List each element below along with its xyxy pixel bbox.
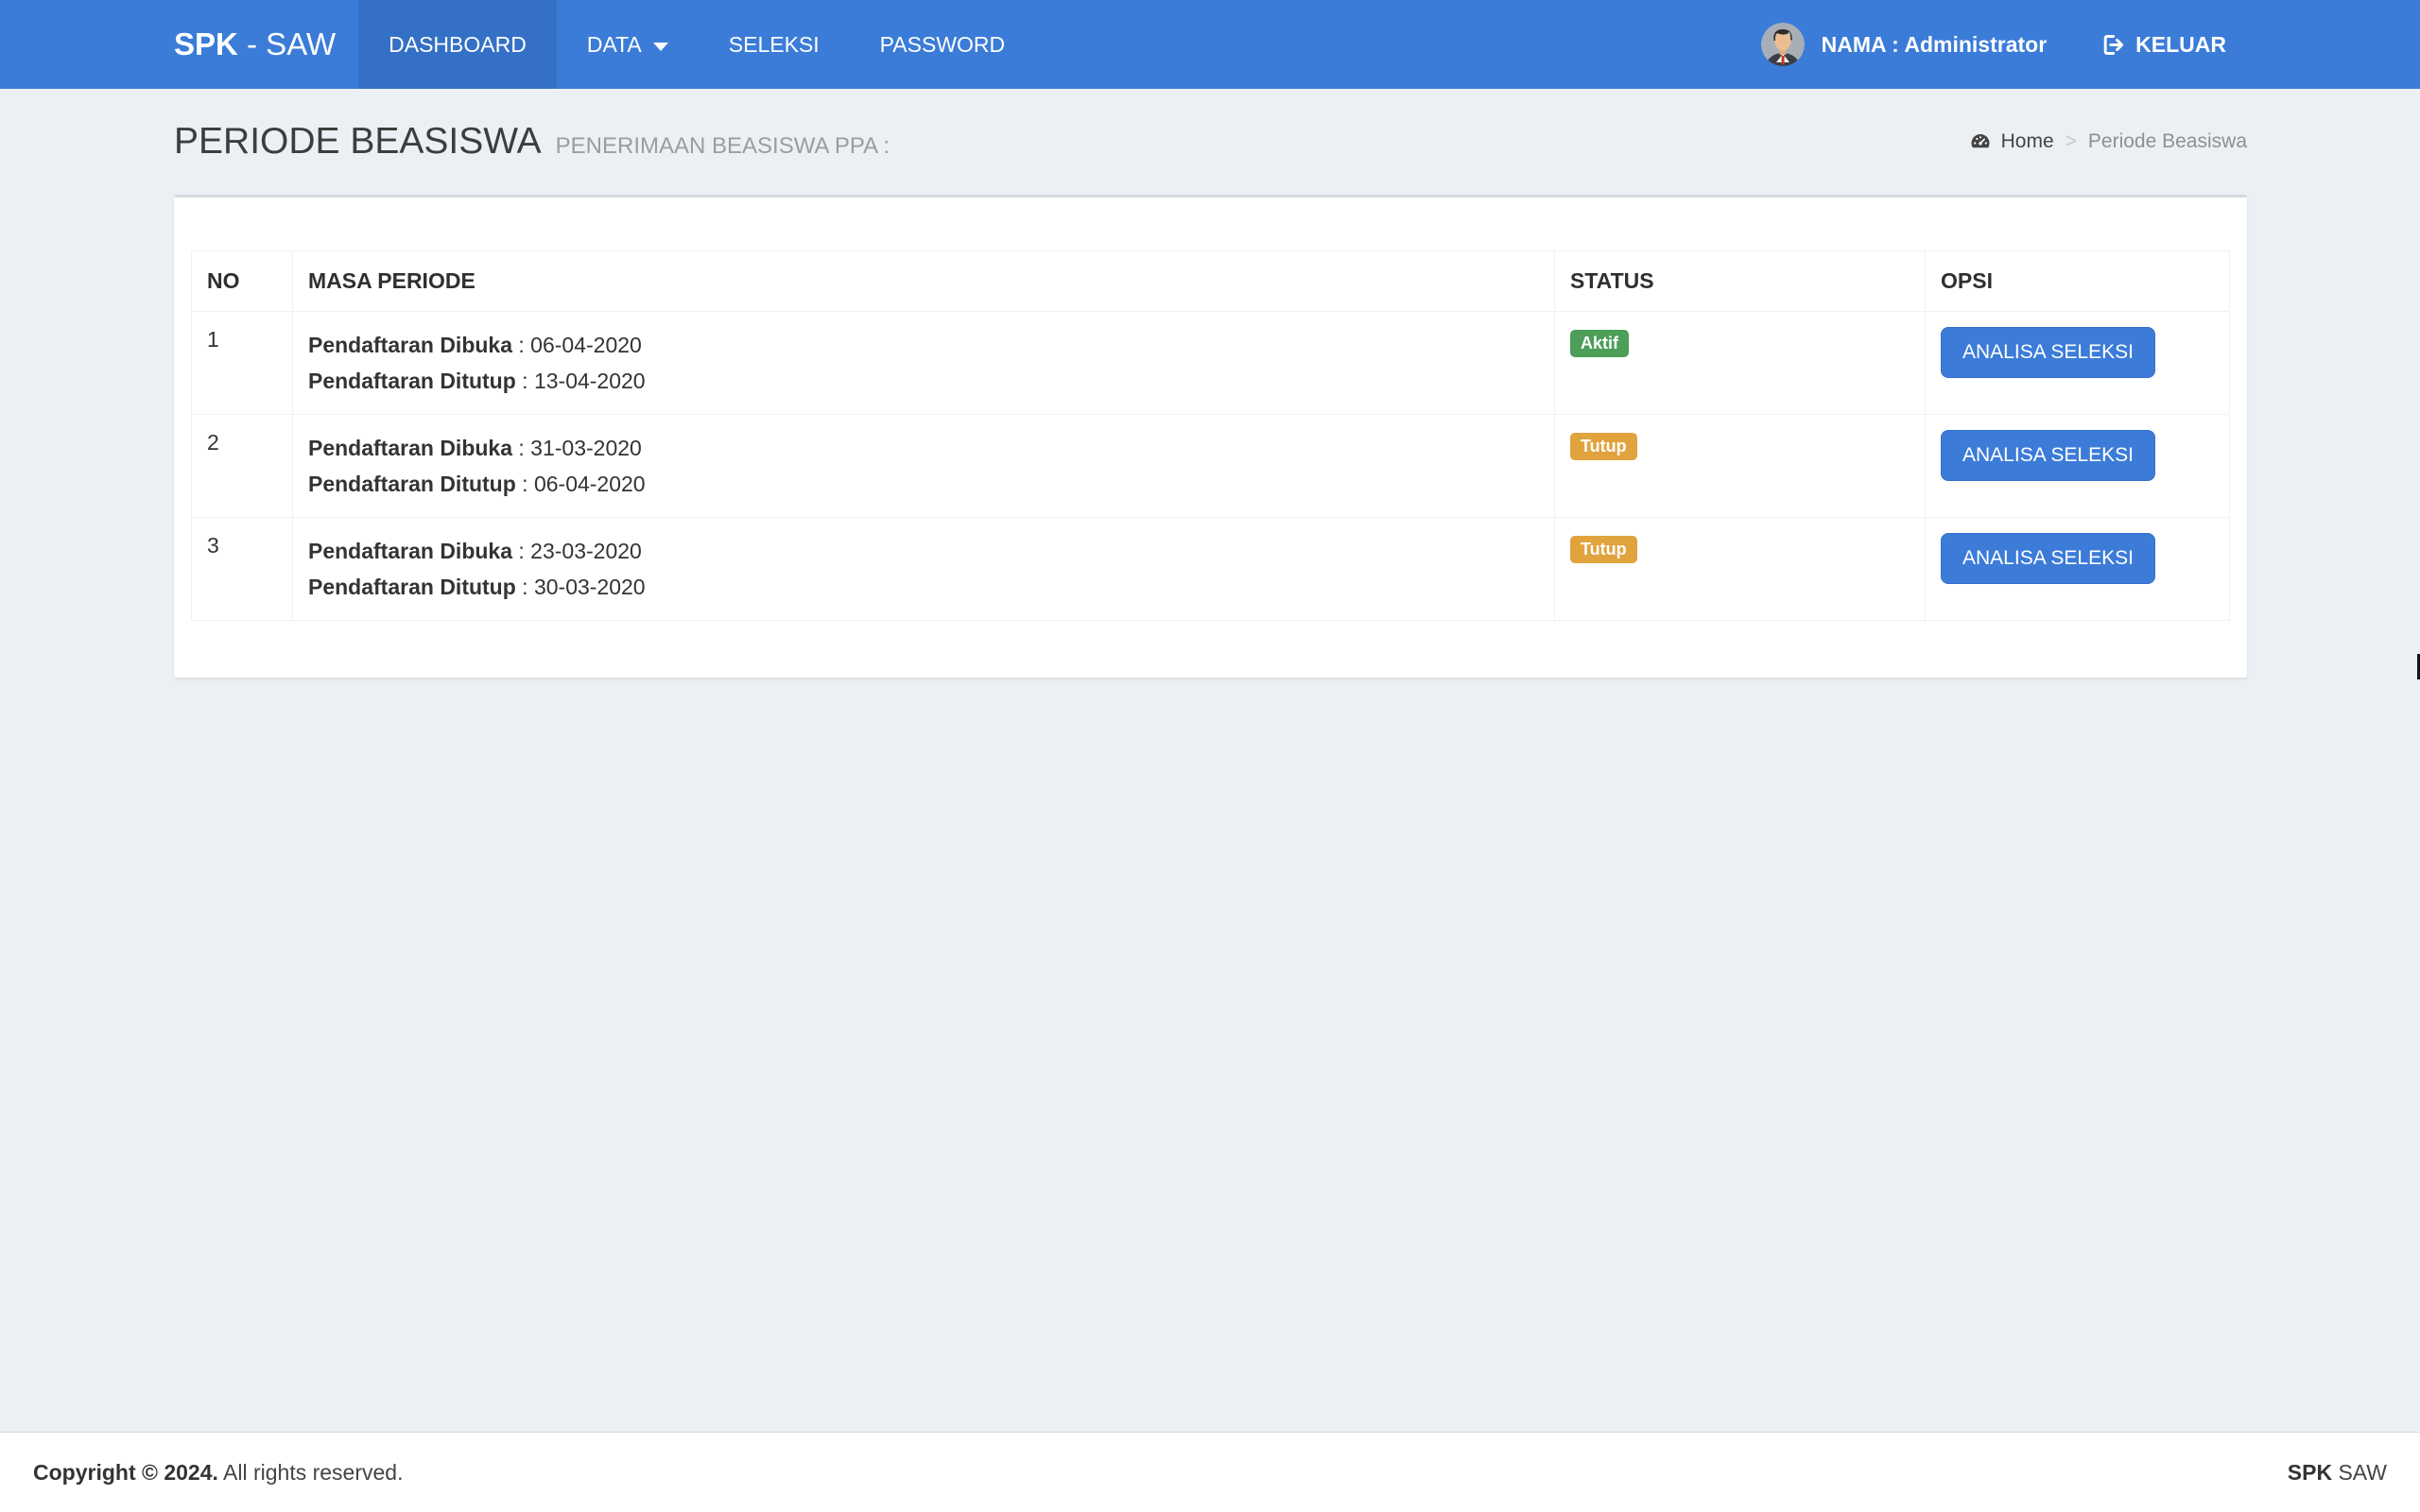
col-header-no: NO xyxy=(192,251,293,312)
row-period: Pendaftaran Dibuka : 06-04-2020 Pendafta… xyxy=(293,312,1555,415)
row-action: ANALISA SELEKSI xyxy=(1926,518,2230,621)
row-status: Tutup xyxy=(1555,415,1926,518)
period-open: Pendaftaran Dibuka : 23-03-2020 xyxy=(308,533,1539,569)
status-badge: Aktif xyxy=(1570,330,1629,357)
row-status: Aktif xyxy=(1555,312,1926,415)
brand-bold: SPK xyxy=(174,26,238,62)
page-title: PERIODE BEASISWA xyxy=(174,121,542,163)
table-row: 3 Pendaftaran Dibuka : 23-03-2020 Pendaf… xyxy=(192,518,2230,621)
main-nav: DASHBOARD DATA SELEKSI PASSWORD xyxy=(358,0,1035,89)
breadcrumb-separator: > xyxy=(2066,130,2077,153)
row-number: 1 xyxy=(192,312,293,415)
sign-out-icon xyxy=(2100,32,2125,58)
logout-link[interactable]: KELUAR xyxy=(2100,32,2226,58)
row-action: ANALISA SELEKSI xyxy=(1926,312,2230,415)
periode-table: NO MASA PERIODE STATUS OPSI 1 Pendaftara… xyxy=(191,250,2230,621)
row-period: Pendaftaran Dibuka : 31-03-2020 Pendafta… xyxy=(293,415,1555,518)
footer-brand: SPK SAW xyxy=(2288,1460,2387,1486)
breadcrumb-current: Periode Beasiswa xyxy=(2088,130,2247,153)
analisa-seleksi-button[interactable]: ANALISA SELEKSI xyxy=(1941,533,2155,584)
row-action: ANALISA SELEKSI xyxy=(1926,415,2230,518)
row-status: Tutup xyxy=(1555,518,1926,621)
nav-item-data[interactable]: DATA xyxy=(557,0,699,89)
navbar-user-area: NAMA : Administrator KELUAR xyxy=(1761,0,2226,89)
row-number: 2 xyxy=(192,415,293,518)
avatar-image xyxy=(1761,23,1805,66)
periode-card: NO MASA PERIODE STATUS OPSI 1 Pendaftara… xyxy=(174,195,2247,678)
user-avatar[interactable] xyxy=(1761,23,1805,66)
col-header-masa: MASA PERIODE xyxy=(293,251,1555,312)
brand-link[interactable]: SPK - SAW xyxy=(174,0,336,89)
content-header: PERIODE BEASISWA PENERIMAAN BEASISWA PPA… xyxy=(0,89,2420,195)
breadcrumb: Home > Periode Beasiswa xyxy=(1969,130,2247,153)
status-badge: Tutup xyxy=(1570,433,1637,460)
nav-item-password[interactable]: PASSWORD xyxy=(850,0,1035,89)
content-area: PERIODE BEASISWA PENERIMAAN BEASISWA PPA… xyxy=(0,89,2420,1432)
caret-down-icon xyxy=(653,43,668,51)
row-period: Pendaftaran Dibuka : 23-03-2020 Pendafta… xyxy=(293,518,1555,621)
nav-item-seleksi[interactable]: SELEKSI xyxy=(699,0,850,89)
page-subtitle: PENERIMAAN BEASISWA PPA : xyxy=(556,133,890,160)
analisa-seleksi-button[interactable]: ANALISA SELEKSI xyxy=(1941,430,2155,481)
brand-rest: - SAW xyxy=(238,26,336,62)
period-close: Pendaftaran Ditutup : 13-04-2020 xyxy=(308,363,1539,399)
user-name-label[interactable]: NAMA : Administrator xyxy=(1822,32,2048,58)
top-navbar: SPK - SAW DASHBOARD DATA SELEKSI PASSWOR… xyxy=(0,0,2420,89)
nav-item-dashboard[interactable]: DASHBOARD xyxy=(358,0,557,89)
analisa-seleksi-button[interactable]: ANALISA SELEKSI xyxy=(1941,327,2155,378)
breadcrumb-home-link[interactable]: Home xyxy=(1969,130,2054,153)
status-badge: Tutup xyxy=(1570,536,1637,563)
period-open: Pendaftaran Dibuka : 31-03-2020 xyxy=(308,430,1539,466)
table-header-row: NO MASA PERIODE STATUS OPSI xyxy=(192,251,2230,312)
table-row: 1 Pendaftaran Dibuka : 06-04-2020 Pendaf… xyxy=(192,312,2230,415)
period-open: Pendaftaran Dibuka : 06-04-2020 xyxy=(308,327,1539,363)
period-close: Pendaftaran Ditutup : 06-04-2020 xyxy=(308,466,1539,502)
period-close: Pendaftaran Ditutup : 30-03-2020 xyxy=(308,569,1539,605)
footer-copyright: Copyright © 2024. All rights reserved. xyxy=(33,1460,403,1486)
table-row: 2 Pendaftaran Dibuka : 31-03-2020 Pendaf… xyxy=(192,415,2230,518)
page-footer: Copyright © 2024. All rights reserved. S… xyxy=(0,1432,2420,1512)
col-header-status: STATUS xyxy=(1555,251,1926,312)
col-header-opsi: OPSI xyxy=(1926,251,2230,312)
dashboard-gauge-icon xyxy=(1969,130,1992,153)
row-number: 3 xyxy=(192,518,293,621)
page-title-wrap: PERIODE BEASISWA PENERIMAAN BEASISWA PPA… xyxy=(174,121,890,163)
